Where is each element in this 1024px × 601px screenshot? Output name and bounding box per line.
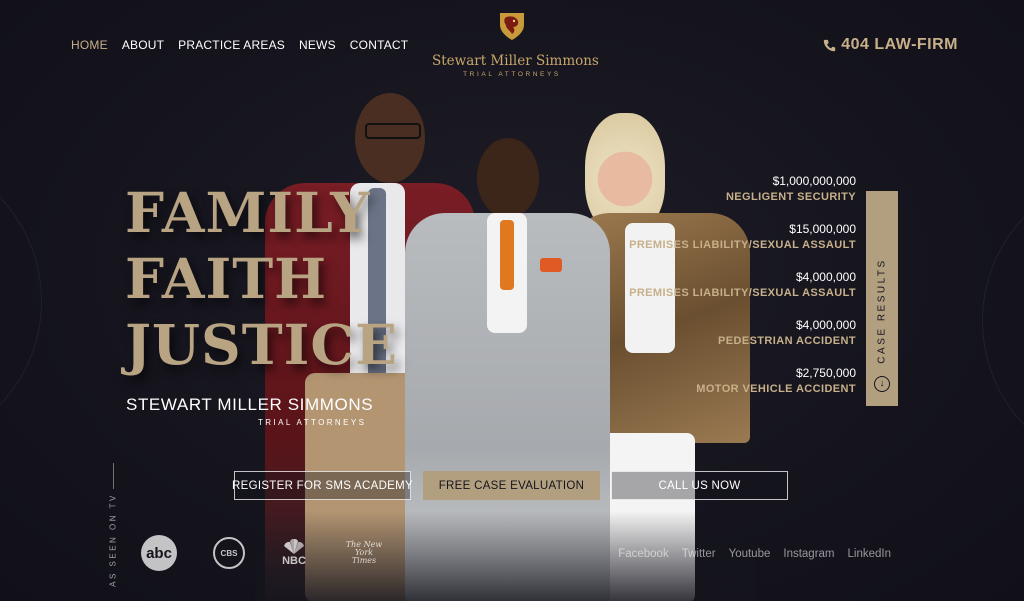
social-link-facebook[interactable]: Facebook — [618, 548, 669, 560]
abc-logo: abc — [141, 535, 177, 571]
nbc-logo: NBC — [281, 539, 307, 567]
call-us-now-button[interactable]: CALL US NOW — [611, 471, 788, 500]
nyt-logo-text: The New York Times — [345, 540, 383, 565]
cbs-logo-text: CBS — [220, 548, 238, 558]
tv-logos: abc CBS NBC The New York Times — [141, 535, 385, 571]
free-case-evaluation-button[interactable]: FREE CASE EVALUATION — [423, 471, 600, 500]
nav-item-home[interactable]: HOME — [71, 38, 108, 52]
logo[interactable]: Stewart Miller Simmons TRIAL ATTORNEYS — [432, 10, 599, 78]
case-result-category: NEGLIGENT SECURITY — [725, 191, 856, 203]
peacock-icon — [284, 539, 304, 554]
headline-line-3: JUSTICE — [125, 312, 399, 377]
lion-shield-icon — [500, 13, 524, 40]
phone-icon — [824, 39, 836, 51]
social-link-instagram[interactable]: Instagram — [783, 548, 834, 560]
arrow-down-circle-icon: ↓ — [874, 376, 890, 392]
social-link-linkedin[interactable]: LinkedIn — [848, 548, 891, 560]
case-result-amount: $2,750,000 — [795, 366, 856, 380]
case-result-category: PREMISES LIABILITY/SEXUAL ASSAULT — [629, 287, 856, 299]
case-results-tab[interactable]: CASE RESULTS ↓ — [866, 191, 898, 406]
nbc-logo-text: NBC — [282, 555, 306, 567]
case-result-category: PREMISES LIABILITY/SEXUAL ASSAULT — [629, 239, 856, 251]
case-results-label: CASE RESULTS — [876, 258, 888, 364]
case-result-amount: $4,000,000 — [795, 270, 856, 284]
case-result-category: PEDESTRIAN ACCIDENT — [718, 335, 856, 347]
phone-number: 404 LAW-FIRM — [841, 36, 958, 53]
case-result-amount: $4,000,000 — [795, 318, 856, 332]
as-seen-on-tv-label: AS SEEN ON TV — [108, 493, 118, 587]
background-arc — [0, 150, 42, 452]
hero-headline: FAMILY FAITH JUSTICE — [125, 180, 398, 378]
case-result: $4,000,000 PEDESTRIAN ACCIDENT — [629, 318, 856, 349]
nav-item-contact[interactable]: CONTACT — [350, 38, 409, 52]
main-nav: HOME ABOUT PRACTICE AREAS NEWS CONTACT — [71, 38, 408, 52]
nyt-logo: The New York Times — [343, 541, 385, 565]
hero-firm-subtitle: TRIAL ATTORNEYS — [258, 418, 367, 427]
background-arc — [982, 170, 1024, 472]
nav-item-practice-areas[interactable]: PRACTICE AREAS — [178, 38, 285, 52]
social-link-youtube[interactable]: Youtube — [729, 548, 771, 560]
case-result: $4,000,000 PREMISES LIABILITY/SEXUAL ASS… — [629, 270, 856, 301]
hero-page: HOME ABOUT PRACTICE AREAS NEWS CONTACT S… — [0, 0, 1024, 601]
case-result: $15,000,000 PREMISES LIABILITY/SEXUAL AS… — [629, 222, 856, 253]
case-result-amount: $1,000,000,000 — [772, 174, 856, 188]
divider — [113, 463, 114, 489]
cbs-logo: CBS — [213, 537, 245, 569]
logo-subtitle: TRIAL ATTORNEYS — [463, 71, 561, 78]
case-result: $2,750,000 MOTOR VEHICLE ACCIDENT — [629, 366, 856, 397]
hero-firm-name: STEWART MILLER SIMMONS — [126, 395, 374, 414]
nav-item-news[interactable]: NEWS — [299, 38, 336, 52]
case-result-amount: $15,000,000 — [789, 222, 856, 236]
logo-name: Stewart Miller Simmons — [432, 53, 599, 69]
social-links: Facebook Twitter Youtube Instagram Linke… — [618, 548, 891, 560]
case-result: $1,000,000,000 NEGLIGENT SECURITY — [629, 174, 856, 205]
headline-line-2: FAITH — [125, 246, 328, 311]
case-results-list: $1,000,000,000 NEGLIGENT SECURITY $15,00… — [629, 174, 856, 414]
nav-item-about[interactable]: ABOUT — [122, 38, 164, 52]
register-academy-button[interactable]: REGISTER FOR SMS ACADEMY — [232, 471, 413, 500]
case-result-category: MOTOR VEHICLE ACCIDENT — [696, 383, 856, 395]
headline-line-1: FAMILY — [125, 180, 371, 245]
social-link-twitter[interactable]: Twitter — [682, 548, 716, 560]
phone-link[interactable]: 404 LAW-FIRM — [823, 36, 958, 54]
